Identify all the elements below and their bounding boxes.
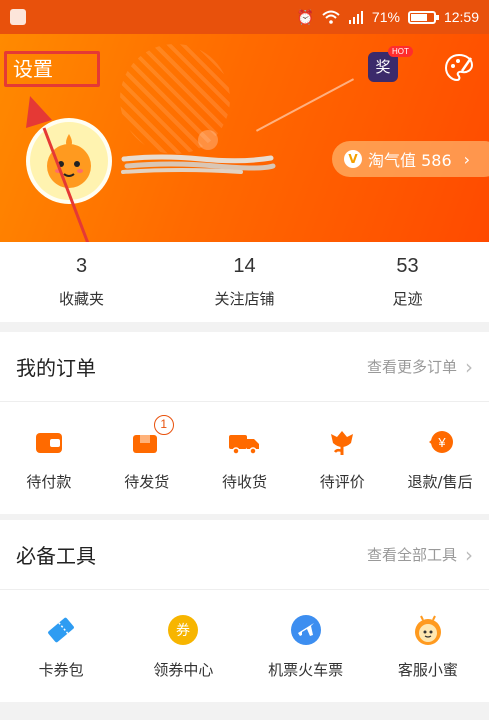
palette-icon[interactable] [443,52,475,84]
avatar[interactable] [26,118,112,204]
stat-footprints[interactable]: 53 足迹 [326,242,489,322]
mascot-icon [47,134,91,188]
naughty-value-button[interactable]: V 淘气值 586 › [332,141,489,177]
stat-value: 3 [75,255,88,277]
tools-section: 必备工具 查看全部工具 › 卡券包 券 领券中心 机票火车票 客服小蜜 [0,520,489,702]
tool-label: 卡券包 [38,660,84,679]
stat-label: 收藏夹 [58,290,104,308]
profile-header: 设置 奖 HOT V 淘气值 586 › [0,34,489,242]
orders-section: 我的订单 查看更多订单 › 待付款 1 待发货 待收货 待评价 ¥ 退款/售后 [0,332,489,514]
package-icon: 1 [130,414,174,459]
naughty-value-label: 淘气值 586 [368,151,452,170]
view-all-tools-label: 查看全部工具 [366,546,457,564]
orders-items: 待付款 1 待发货 待收货 待评价 ¥ 退款/售后 [0,402,489,514]
bee-icon [414,615,441,645]
stat-label: 关注店铺 [214,290,275,308]
order-label: 退款/售后 [407,472,473,491]
view-all-orders-label: 查看更多订单 [366,358,457,376]
tools-title: 必备工具 [16,544,96,568]
alarm-icon: ⏰ [296,8,314,25]
signal-icon [348,11,363,24]
settings-button[interactable]: 设置 [4,51,100,87]
order-pending-shipment[interactable]: 1 待发货 [98,402,196,514]
decorative-dot [198,130,218,150]
stat-value: 14 [233,255,256,277]
stat-followed-shops[interactable]: 14 关注店铺 [163,242,326,322]
wifi-icon [322,10,340,24]
svg-text:券: 券 [176,623,190,639]
tool-customer-service[interactable]: 客服小蜜 [367,590,489,702]
stat-favorites[interactable]: 3 收藏夹 [0,242,163,322]
refund-icon: ¥ [429,430,454,453]
battery-icon [407,10,439,24]
wallet-icon [35,432,62,453]
order-refund[interactable]: ¥ 退款/售后 [391,402,489,514]
order-pending-review[interactable]: 待评价 [293,402,391,514]
clock: 12:59 [443,9,479,25]
stat-value: 53 [396,255,419,277]
plane-icon [290,614,321,645]
orders-title: 我的订单 [16,356,96,380]
view-all-tools-link[interactable]: 查看全部工具 › [367,543,473,567]
decorative-line [255,78,355,132]
truck-icon [229,434,260,455]
tool-card-wallet[interactable]: 卡券包 [0,590,122,702]
order-label: 待收货 [221,472,267,491]
orders-header: 我的订单 查看更多订单 › [0,332,489,402]
order-label: 待发货 [124,472,170,491]
tools-header: 必备工具 查看全部工具 › [0,520,489,590]
coupon-icon: 券 [168,614,199,645]
hot-badge: HOT [388,46,413,57]
battery-fill [410,13,427,21]
order-pending-receipt[interactable]: 待收货 [196,402,294,514]
view-all-orders-link[interactable]: 查看更多订单 › [367,355,473,379]
order-label: 待评价 [319,472,365,491]
order-label: 待付款 [26,472,72,491]
flower-icon [331,430,354,455]
battery-percent: 71% [371,9,400,25]
notification-icon [10,9,26,25]
status-bar: ⏰ 71% 12:59 [0,0,489,34]
order-pending-payment[interactable]: 待付款 [0,402,98,514]
tools-items: 卡券包 券 领券中心 机票火车票 客服小蜜 [0,590,489,702]
chevron-right-icon: › [463,149,471,169]
stats-row: 3 收藏夹 14 关注店铺 53 足迹 [0,242,489,322]
tool-label: 客服小蜜 [397,660,458,679]
ticket-icon [48,617,74,642]
tool-coupon-center[interactable]: 券 领券中心 [122,590,244,702]
tool-flight-train[interactable]: 机票火车票 [245,590,367,702]
redacted-username [121,154,276,174]
svg-text:¥: ¥ [437,435,446,450]
stat-label: 足迹 [392,290,423,308]
order-count-badge: 1 [153,414,174,435]
tool-label: 机票火车票 [268,660,344,679]
chevron-right-icon: › [465,542,473,567]
v-badge-icon: V [344,150,362,168]
chevron-right-icon: › [465,354,473,379]
tool-label: 领券中心 [153,660,214,679]
